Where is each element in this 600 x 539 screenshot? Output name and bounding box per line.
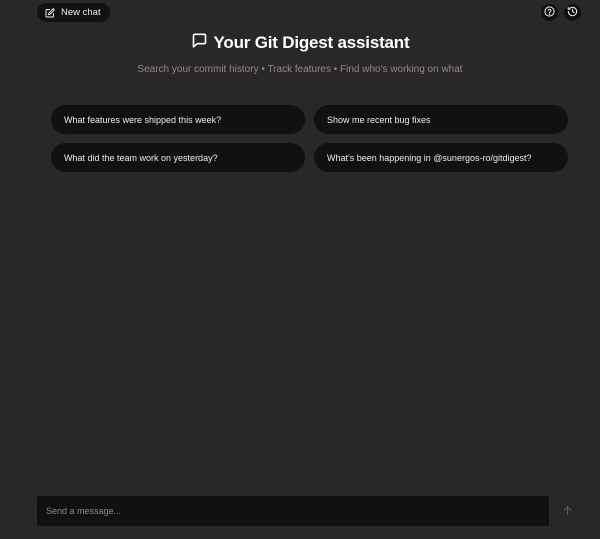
suggestion-chip[interactable]: What features were shipped this week? (51, 105, 305, 134)
new-chat-label: New chat (61, 7, 101, 18)
suggestion-chip[interactable]: Show me recent bug fixes (314, 105, 568, 134)
arrow-up-icon (562, 503, 573, 521)
suggestion-grid: What features were shipped this week? Sh… (51, 105, 568, 172)
edit-icon (45, 7, 55, 18)
page-title: Your Git Digest assistant (213, 33, 410, 52)
chat-page: New chat Your Git Digest assistant Searc… (0, 0, 600, 539)
new-chat-button[interactable]: New chat (37, 3, 110, 22)
help-circle-icon (544, 4, 555, 22)
history-icon (567, 4, 578, 22)
send-button[interactable] (560, 505, 574, 519)
chat-bubble-icon (191, 32, 208, 54)
help-button[interactable] (541, 4, 558, 21)
suggestion-chip[interactable]: What's been happening in @sunergos-ro/gi… (314, 143, 568, 172)
message-input[interactable] (37, 496, 549, 526)
history-button[interactable] (564, 4, 581, 21)
message-composer (37, 496, 549, 526)
suggestion-chip[interactable]: What did the team work on yesterday? (51, 143, 305, 172)
assistant-heading: Your Git Digest assistant (0, 32, 600, 54)
page-subtitle: Search your commit history • Track featu… (137, 64, 463, 75)
